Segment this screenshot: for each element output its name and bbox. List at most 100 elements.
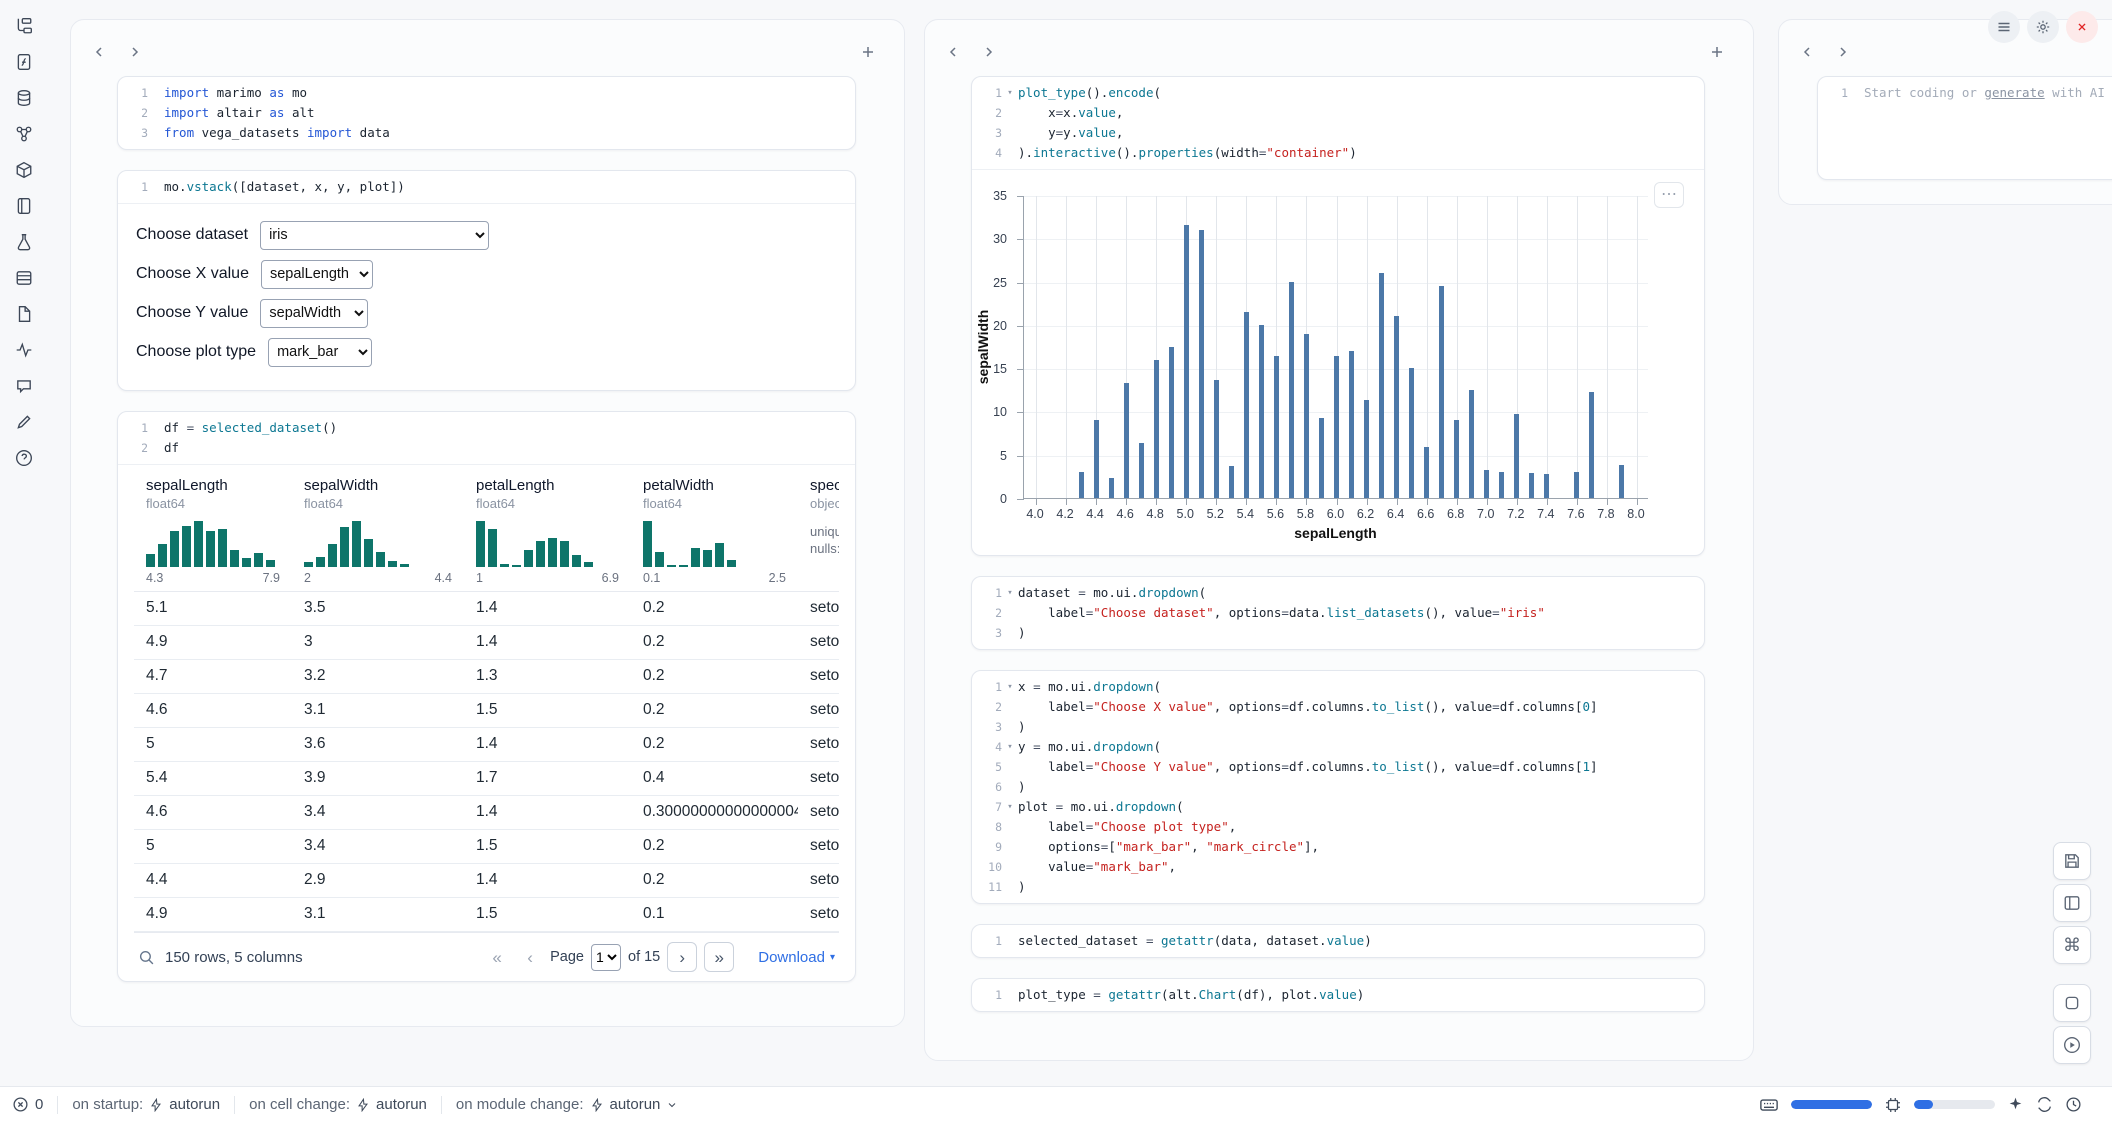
- cell-dataset-dropdown[interactable]: 1▾dataset = mo.ui.dropdown(2 label="Choo…: [971, 576, 1705, 650]
- book-icon[interactable]: [14, 196, 34, 216]
- code-editor[interactable]: 1mo.vstack([dataset, x, y, plot]): [118, 171, 855, 203]
- shortcuts-button[interactable]: ⌘: [2053, 926, 2091, 964]
- keyboard-icon[interactable]: [1759, 1095, 1779, 1115]
- first-page-button[interactable]: «: [484, 944, 510, 970]
- prev-page-button[interactable]: ‹: [517, 944, 543, 970]
- table-column-header[interactable]: sepalLengthfloat644.37.9: [134, 477, 292, 585]
- app-view-button[interactable]: [2053, 884, 2091, 922]
- fold-indicator[interactable]: ▾: [1002, 677, 1018, 697]
- save-button[interactable]: [2053, 842, 2091, 880]
- add-cell-button[interactable]: [854, 38, 882, 66]
- code-editor[interactable]: 1▾x = mo.ui.dropdown(2 label="Choose X v…: [972, 671, 1704, 903]
- y-tick-mark: [1017, 239, 1024, 240]
- altair-chart[interactable]: sepalWidth 05101520253035 4.04.24.44.64.…: [1023, 196, 1648, 541]
- cell-dataframe[interactable]: 1df = selected_dataset()2df sepalLengthf…: [117, 411, 856, 982]
- table-row[interactable]: 4.73.21.30.2setosa: [134, 660, 839, 694]
- run-button[interactable]: [2053, 1026, 2091, 1064]
- scroll-right-button[interactable]: [121, 38, 149, 66]
- table-row[interactable]: 4.42.91.40.2setosa: [134, 864, 839, 898]
- scroll-right-button[interactable]: [1829, 38, 1857, 66]
- shutdown-button[interactable]: [2066, 11, 2098, 43]
- frame-button[interactable]: [2053, 984, 2091, 1022]
- code-editor[interactable]: 1▾plot_type().encode(2 x=x.value,3 y=y.v…: [972, 77, 1704, 169]
- scroll-left-button[interactable]: [85, 38, 113, 66]
- table-icon[interactable]: [14, 268, 34, 288]
- download-button[interactable]: Download▾: [758, 949, 835, 966]
- y-value-select[interactable]: sepalWidth: [260, 299, 368, 328]
- database-icon[interactable]: [14, 88, 34, 108]
- plot-type-select[interactable]: mark_bar: [268, 338, 372, 367]
- cell-selected-dataset[interactable]: 1selected_dataset = getattr(data, datase…: [971, 924, 1705, 958]
- table-row[interactable]: 4.63.41.40.30000000000000004setosa: [134, 796, 839, 830]
- table-column-header[interactable]: speciesobjectunique:nulls:: [798, 477, 839, 585]
- fold-indicator[interactable]: ▾: [1002, 83, 1018, 103]
- code-editor[interactable]: 1df = selected_dataset()2df: [118, 412, 855, 464]
- add-cell-button[interactable]: [1703, 38, 1731, 66]
- on-cell-change-setting[interactable]: on cell change: autorun: [249, 1096, 427, 1113]
- fold-indicator[interactable]: ▾: [1002, 737, 1018, 757]
- table-column-header[interactable]: petalLengthfloat6416.9: [464, 477, 631, 585]
- last-page-button[interactable]: »: [704, 942, 734, 972]
- errors-button[interactable]: 0: [12, 1096, 43, 1113]
- table-column-header[interactable]: petalWidthfloat640.12.5: [631, 477, 798, 585]
- code-editor[interactable]: 1selected_dataset = getattr(data, datase…: [972, 925, 1704, 957]
- table-cell: 0.2: [631, 626, 798, 659]
- next-page-button[interactable]: ›: [667, 942, 697, 972]
- code-editor[interactable]: 1 Start coding or generate with AI: [1818, 77, 2112, 109]
- fold-indicator[interactable]: ▾: [1002, 797, 1018, 817]
- dataset-select[interactable]: iris: [260, 221, 489, 250]
- dependency-graph-icon[interactable]: [14, 124, 34, 144]
- on-module-change-setting[interactable]: on module change: autorun: [456, 1096, 678, 1113]
- generate-with-ai-link[interactable]: generate: [1984, 85, 2044, 100]
- table-row[interactable]: 53.61.40.2setosa: [134, 728, 839, 762]
- on-startup-setting[interactable]: on startup: autorun: [72, 1096, 220, 1113]
- code-editor[interactable]: 1plot_type = getattr(alt.Chart(df), plot…: [972, 979, 1704, 1011]
- refresh-icon[interactable]: [2036, 1096, 2053, 1113]
- line-number: 8: [980, 817, 1002, 837]
- chart-bar: [1289, 282, 1294, 498]
- cell-xy-plot-dropdowns[interactable]: 1▾x = mo.ui.dropdown(2 label="Choose X v…: [971, 670, 1705, 904]
- fold-indicator[interactable]: ▾: [1002, 583, 1018, 603]
- cell-plot[interactable]: 1▾plot_type().encode(2 x=x.value,3 y=y.v…: [971, 76, 1705, 556]
- search-icon[interactable]: [138, 949, 155, 966]
- code-editor[interactable]: 1▾dataset = mo.ui.dropdown(2 label="Choo…: [972, 577, 1704, 649]
- scroll-left-button[interactable]: [939, 38, 967, 66]
- close-icon: [2075, 20, 2089, 34]
- clock-icon[interactable]: [2065, 1096, 2082, 1113]
- code-token: =: [1033, 739, 1041, 754]
- beaker-icon[interactable]: [14, 232, 34, 252]
- table-column-header[interactable]: sepalWidthfloat6424.4: [292, 477, 464, 585]
- table-row[interactable]: 53.41.50.2setosa: [134, 830, 839, 864]
- sparkle-icon[interactable]: [2007, 1096, 2024, 1113]
- cell-new[interactable]: 1 Start coding or generate with AI: [1817, 76, 2112, 180]
- functions-file-icon[interactable]: [14, 52, 34, 72]
- scroll-left-button[interactable]: [1793, 38, 1821, 66]
- document-icon[interactable]: [14, 304, 34, 324]
- help-icon[interactable]: [14, 448, 34, 468]
- table-row[interactable]: 4.93.11.50.1setosa: [134, 898, 839, 932]
- cell-imports[interactable]: 1import marimo as mo2import altair as al…: [117, 76, 856, 150]
- scratchpad-icon[interactable]: [14, 412, 34, 432]
- code-editor[interactable]: 1import marimo as mo2import altair as al…: [118, 77, 855, 149]
- table-cell: 4.9: [134, 626, 292, 659]
- cell-plot-type[interactable]: 1plot_type = getattr(alt.Chart(df), plot…: [971, 978, 1705, 1012]
- table-row[interactable]: 5.13.51.40.2setosa: [134, 592, 839, 626]
- table-row[interactable]: 4.931.40.2setosa: [134, 626, 839, 660]
- settings-button[interactable]: [2027, 11, 2059, 43]
- table-row[interactable]: 4.63.11.50.2setosa: [134, 694, 839, 728]
- package-icon[interactable]: [14, 160, 34, 180]
- memory-chip-icon[interactable]: [1884, 1096, 1902, 1114]
- cell-vstack[interactable]: 1mo.vstack([dataset, x, y, plot]) Choose…: [117, 170, 856, 391]
- table-scroller[interactable]: sepalLengthfloat644.37.9sepalWidthfloat6…: [134, 465, 839, 932]
- chart-menu-button[interactable]: ⋯: [1654, 182, 1684, 208]
- scroll-right-button[interactable]: [975, 38, 1003, 66]
- file-tree-icon[interactable]: [14, 16, 34, 36]
- table-cell: 1.4: [464, 796, 631, 829]
- page-select[interactable]: 1: [591, 944, 621, 971]
- code-line: 3): [980, 717, 1694, 737]
- chat-icon[interactable]: [14, 376, 34, 396]
- activity-icon[interactable]: [14, 340, 34, 360]
- table-row[interactable]: 5.43.91.70.4setosa: [134, 762, 839, 796]
- menu-button[interactable]: [1988, 11, 2020, 43]
- x-value-select[interactable]: sepalLength: [261, 260, 373, 289]
